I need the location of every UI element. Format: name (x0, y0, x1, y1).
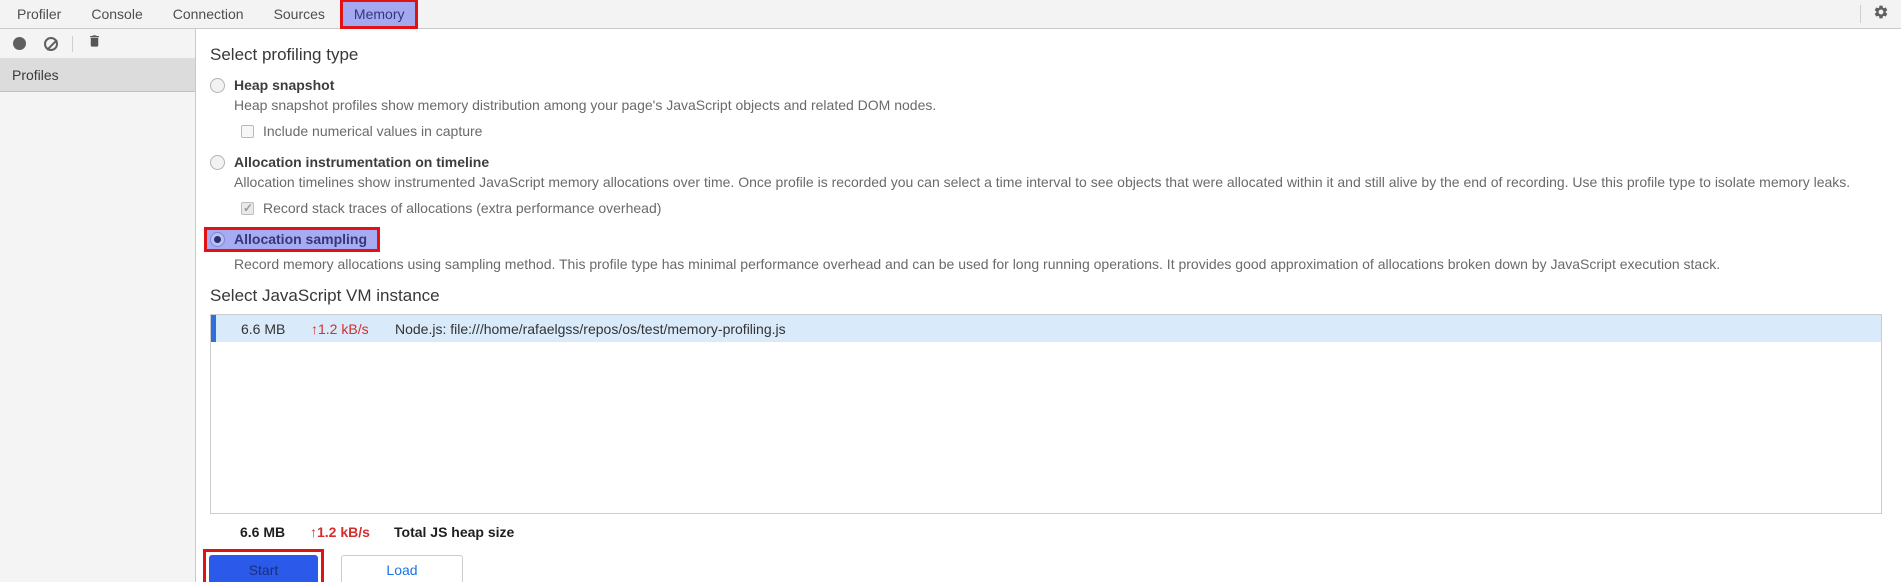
toolbar-divider (72, 35, 73, 52)
option-allocation-timeline: Allocation instrumentation on timeline A… (210, 154, 1885, 216)
option-label[interactable]: Heap snapshot (234, 77, 334, 93)
checkbox-label[interactable]: Include numerical values in capture (263, 123, 482, 139)
total-allocation-rate: ↑1.2 kB/s (310, 524, 370, 540)
vm-heap-size: 6.6 MB (241, 320, 286, 337)
settings-button[interactable] (1871, 0, 1901, 28)
clear-block-icon (44, 36, 58, 51)
radio-icon[interactable] (210, 231, 225, 247)
checkbox-icon[interactable] (241, 124, 254, 138)
radio-icon[interactable] (210, 154, 225, 170)
record-button[interactable] (10, 35, 28, 53)
option-label[interactable]: Allocation instrumentation on timeline (234, 154, 489, 170)
total-heap-label: Total JS heap size (394, 524, 515, 540)
tab-bar: Profiler Console Connection Sources Memo… (0, 0, 1901, 29)
profiler-toolbar (0, 29, 195, 59)
tabbar-divider (1860, 5, 1861, 23)
profiles-section-header: Profiles (0, 59, 195, 92)
radio-icon[interactable] (210, 77, 225, 93)
gear-icon (1873, 4, 1889, 25)
trash-icon (87, 33, 102, 54)
action-buttons: Start Load (203, 549, 1885, 582)
tab-console[interactable]: Console (76, 0, 157, 28)
tabbar-spacer (418, 0, 1860, 28)
tab-memory[interactable]: Memory (339, 0, 419, 29)
allocation-timeline-radio-row[interactable]: Allocation instrumentation on timeline (210, 154, 1885, 170)
devtools-memory-panel: Profiler Console Connection Sources Memo… (0, 0, 1901, 582)
checkbox-icon[interactable] (241, 201, 254, 215)
option-description: Record memory allocations using sampling… (234, 256, 1721, 272)
option-description: Heap snapshot profiles show memory distr… (234, 97, 937, 113)
vm-instance-list: 6.6 MB ↑1.2 kB/s Node.js: file:///home/r… (210, 314, 1882, 514)
option-allocation-sampling: Allocation sampling Record memory alloca… (204, 227, 1885, 272)
total-heap-size: 6.6 MB (240, 524, 286, 540)
vm-instance-row[interactable]: 6.6 MB ↑1.2 kB/s Node.js: file:///home/r… (211, 315, 1881, 342)
option-label[interactable]: Allocation sampling (234, 231, 367, 247)
start-annotation-box: Start (203, 549, 324, 582)
delete-profile-button[interactable] (85, 35, 103, 53)
include-numerical-values-checkbox-row[interactable]: Include numerical values in capture (241, 123, 1885, 139)
vm-instance-heading: Select JavaScript VM instance (210, 286, 440, 305)
vm-instance-name: Node.js: file:///home/rafaelgss/repos/os… (395, 320, 786, 337)
option-heap-snapshot: Heap snapshot Heap snapshot profiles sho… (210, 77, 1885, 139)
profiles-sidebar: Profiles (0, 29, 196, 582)
checkbox-label[interactable]: Record stack traces of allocations (extr… (263, 200, 661, 216)
tab-sources[interactable]: Sources (259, 0, 340, 28)
profiling-type-heading: Select profiling type (210, 45, 359, 64)
option-description: Allocation timelines show instrumented J… (234, 174, 1851, 190)
tab-connection[interactable]: Connection (158, 0, 259, 28)
clear-button[interactable] (42, 35, 60, 53)
record-icon (12, 37, 26, 50)
vm-allocation-rate: ↑1.2 kB/s (311, 320, 369, 337)
memory-panel-main: Select profiling type Heap snapshot Heap… (196, 29, 1901, 582)
record-stack-traces-checkbox-row[interactable]: Record stack traces of allocations (extr… (241, 200, 1885, 216)
start-button[interactable]: Start (209, 555, 318, 582)
total-heap-row: 6.6 MB ↑1.2 kB/s Total JS heap size (210, 524, 1110, 540)
load-button[interactable]: Load (341, 555, 463, 582)
heap-snapshot-radio-row[interactable]: Heap snapshot (210, 77, 1885, 93)
allocation-sampling-annotation-box[interactable]: Allocation sampling (204, 227, 381, 252)
tab-profiler[interactable]: Profiler (2, 0, 76, 28)
